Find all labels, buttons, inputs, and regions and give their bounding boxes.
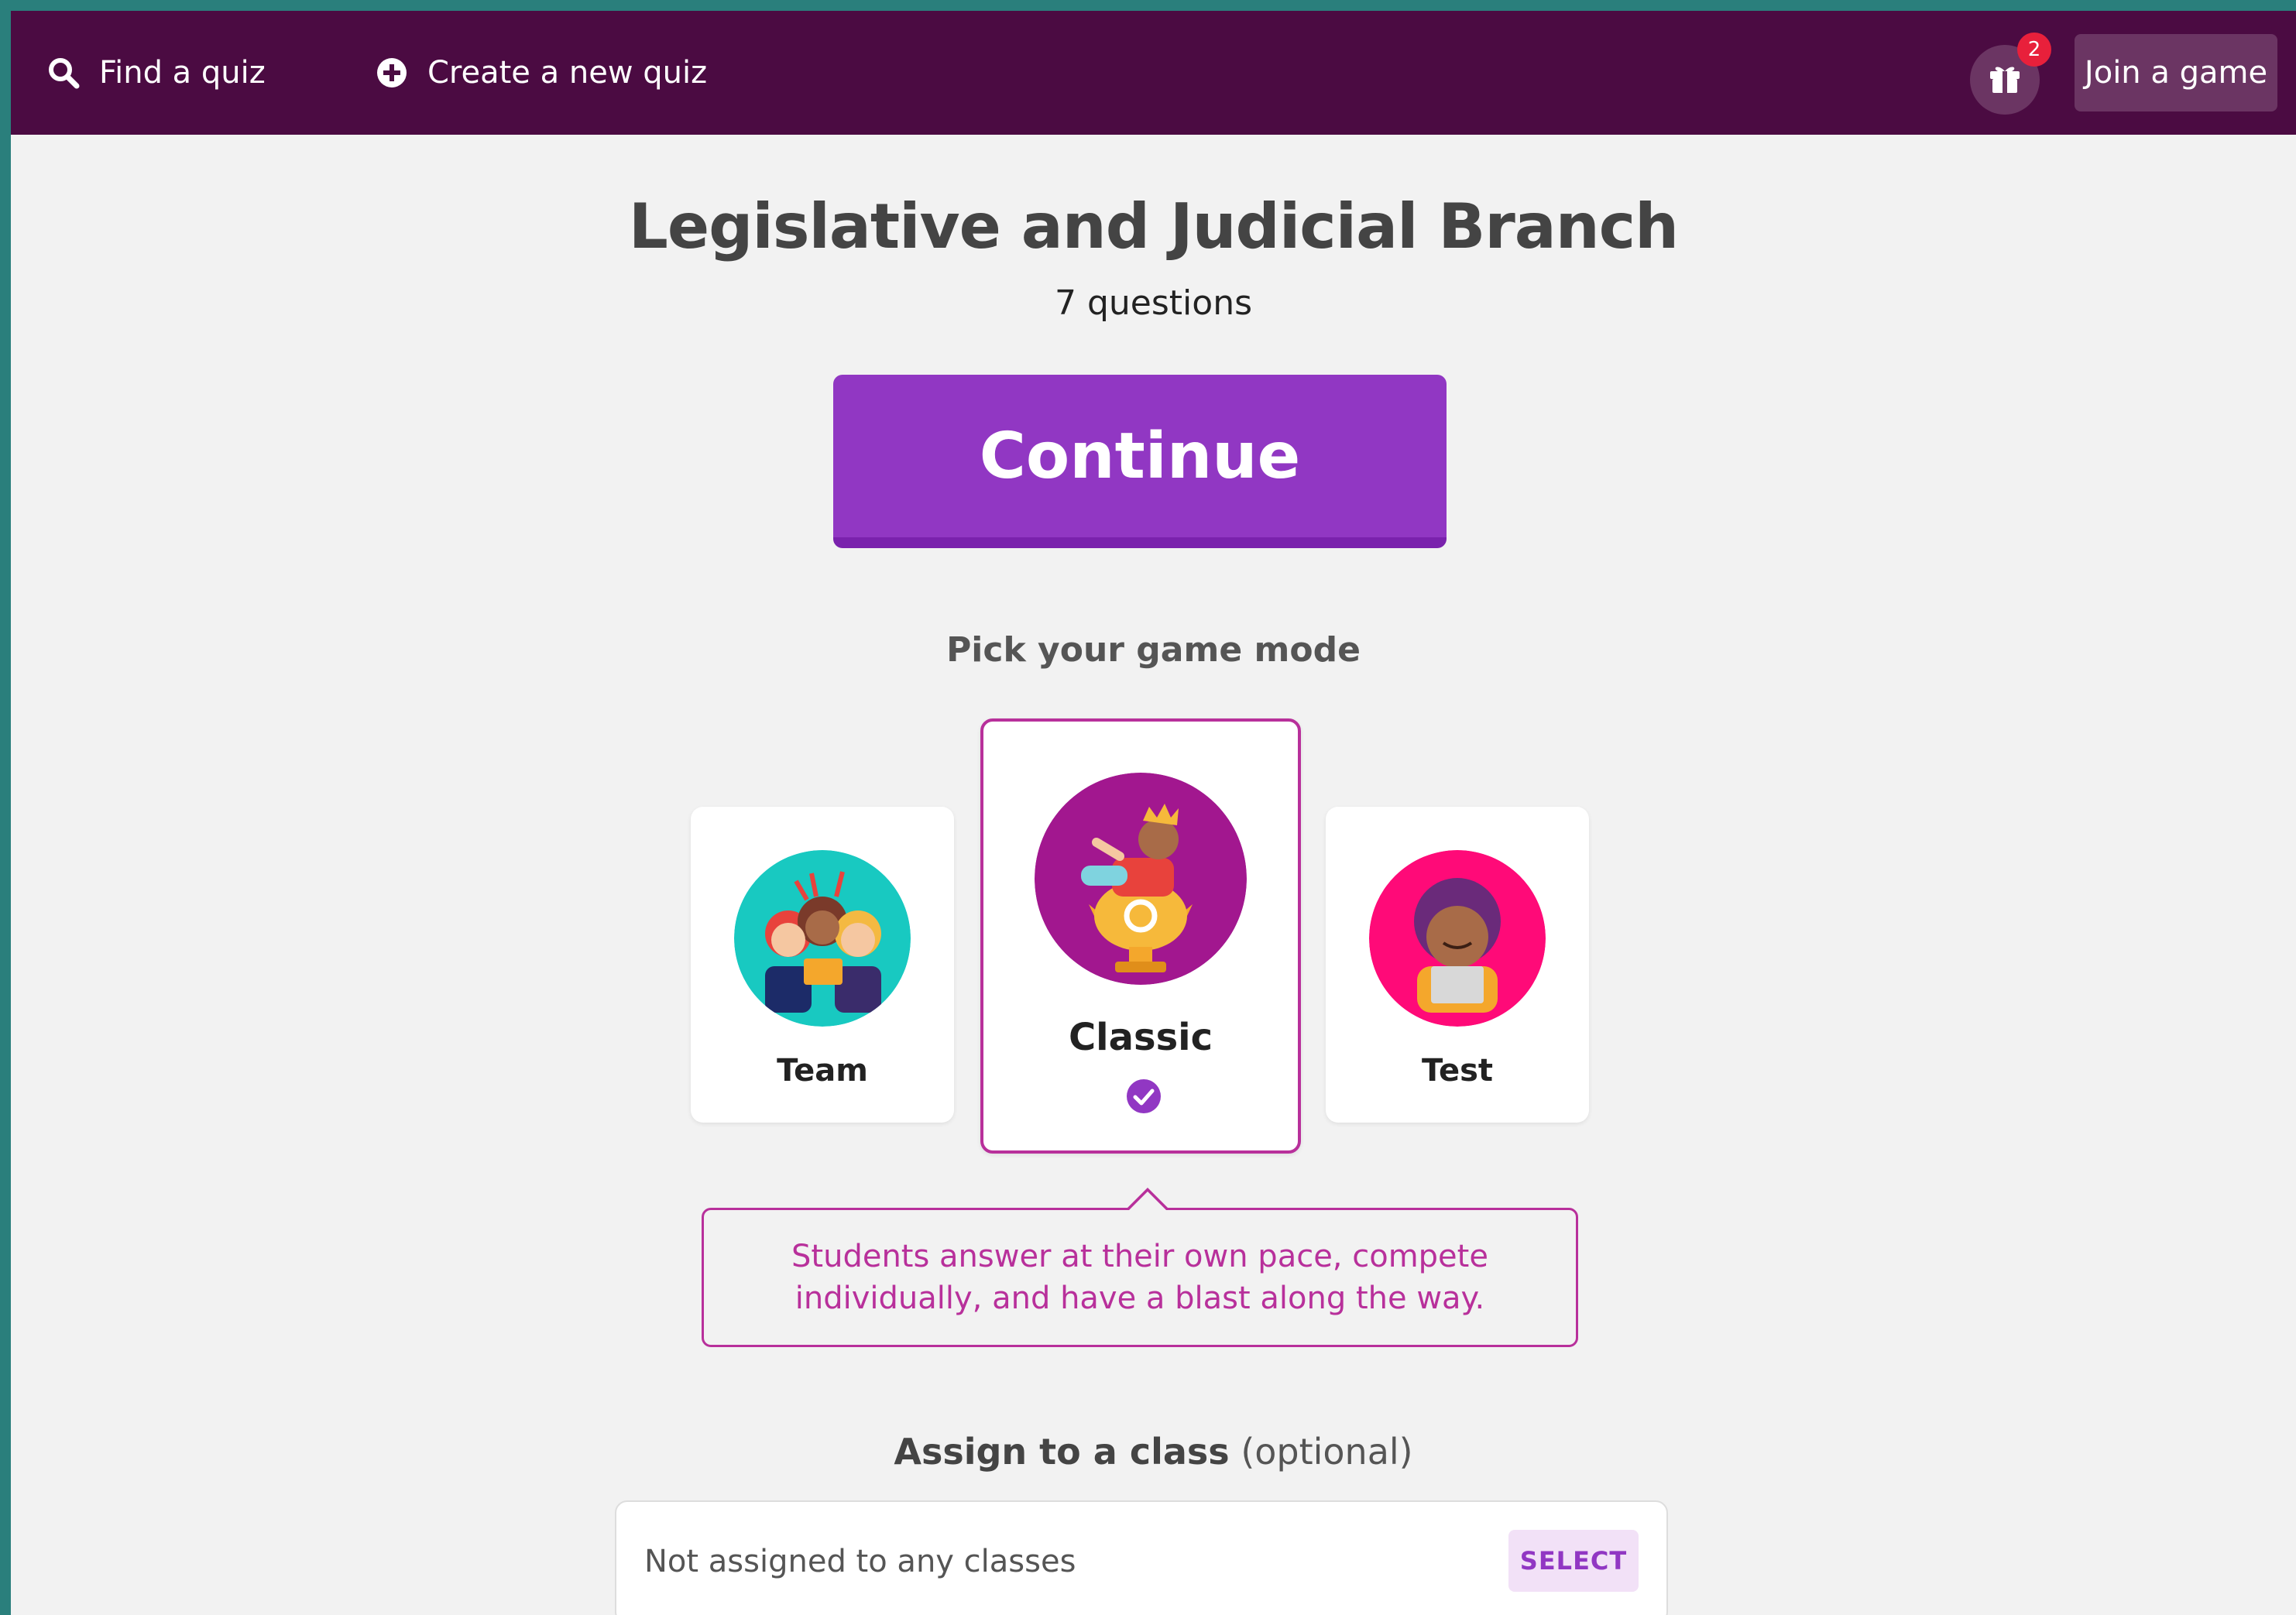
create-quiz-link[interactable]: Create a new quiz (375, 11, 707, 135)
class-assignment-value: Not assigned to any classes (644, 1544, 1076, 1579)
question-count: 7 questions (1055, 283, 1252, 323)
gift-icon (1987, 60, 2023, 99)
mode-label-classic: Classic (1068, 1016, 1213, 1059)
notification-badge: 2 (2017, 33, 2051, 67)
quiz-title: Legislative and Judicial Branch (628, 190, 1679, 262)
assign-class-heading: Assign to a class (optional) (11, 1431, 2296, 1473)
class-selector[interactable]: Not assigned to any classes SELECT (615, 1500, 1668, 1615)
select-class-button[interactable]: SELECT (1508, 1530, 1639, 1592)
mode-label-test: Test (1421, 1053, 1494, 1089)
search-icon (46, 56, 81, 90)
assign-class-label: Assign to a class (894, 1431, 1230, 1473)
create-quiz-label: Create a new quiz (427, 55, 708, 91)
mode-description-text: Students answer at their own pace, compe… (791, 1239, 1488, 1316)
continue-button[interactable]: Continue (833, 375, 1447, 548)
mode-card-test[interactable]: Test (1326, 807, 1589, 1123)
mode-label-team: Team (777, 1053, 868, 1089)
join-game-button[interactable]: Join a game (2075, 34, 2277, 111)
find-quiz-label: Find a quiz (99, 55, 266, 91)
plus-circle-icon (375, 56, 409, 90)
mode-description: Students answer at their own pace, compe… (702, 1208, 1578, 1347)
mode-card-classic[interactable]: Classic (980, 718, 1301, 1154)
team-illustration (734, 850, 911, 1027)
optional-label: (optional) (1241, 1431, 1413, 1473)
tooltip-arrow-fill (1129, 1192, 1166, 1210)
classic-illustration (1035, 773, 1247, 985)
top-nav-bar: Find a quiz Create a new quiz 2 Join a g… (11, 11, 2296, 135)
find-quiz-link[interactable]: Find a quiz (46, 11, 266, 135)
mode-card-team[interactable]: Team (691, 807, 954, 1123)
app-window: Find a quiz Create a new quiz 2 Join a g… (11, 11, 2296, 1615)
check-circle-icon (1125, 1078, 1162, 1115)
game-mode-heading: Pick your game mode (946, 630, 1361, 670)
test-illustration (1369, 850, 1546, 1027)
